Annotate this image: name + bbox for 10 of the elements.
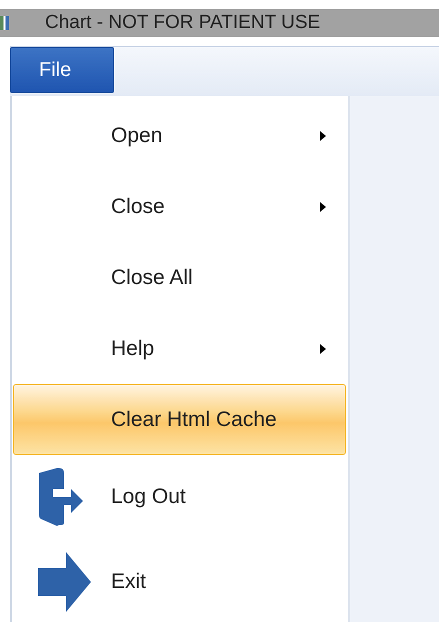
menu-item[interactable]: Clear Html Cache [13,384,346,456]
menu-item[interactable]: Close [13,171,346,242]
app-icon [0,16,9,30]
menu-item[interactable]: Close All [13,242,346,314]
menu-item[interactable]: Log Out [13,455,346,540]
menu-item[interactable]: Open [13,100,346,172]
file-menu-tab[interactable]: File [10,47,114,93]
window-title: Chart - NOT FOR PATIENT USE [45,12,320,34]
menu-item[interactable]: Exit [13,540,346,622]
menu-item[interactable]: Help [13,313,346,384]
